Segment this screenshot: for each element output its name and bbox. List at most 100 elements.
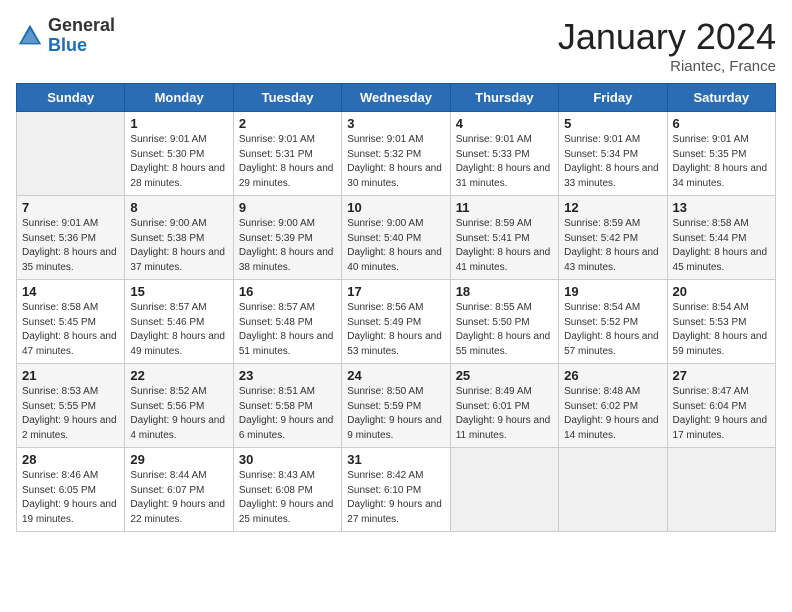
day-number: 19 bbox=[564, 284, 661, 299]
day-info: Sunrise: 9:01 AMSunset: 5:34 PMDaylight:… bbox=[564, 134, 659, 189]
day-number: 24 bbox=[347, 368, 444, 383]
calendar-cell: 10Sunrise: 9:00 AMSunset: 5:40 PMDayligh… bbox=[342, 196, 450, 280]
calendar-cell: 13 Sunrise: 8:58 AMSunset: 5:44 PMDayligh… bbox=[667, 196, 775, 280]
day-number: 1 bbox=[130, 116, 227, 131]
day-number: 26 bbox=[564, 368, 661, 383]
day-info: Sunrise: 8:48 AMSunset: 6:02 PMDaylight:… bbox=[564, 386, 659, 441]
calendar-cell: 27Sunrise: 8:47 AMSunset: 6:04 PMDayligh… bbox=[667, 364, 775, 448]
calendar-cell bbox=[559, 448, 667, 532]
day-number: 22 bbox=[130, 368, 227, 383]
calendar-cell: 9 Sunrise: 9:00 AMSunset: 5:39 PMDaylight… bbox=[233, 196, 341, 280]
calendar-cell: 21 Sunrise: 8:53 AMSunset: 5:55 PMDayligh… bbox=[17, 364, 125, 448]
day-info: Sunrise: 8:58 AMSunset: 5:44 PMDaylight:… bbox=[673, 218, 768, 273]
calendar-cell bbox=[17, 112, 125, 196]
day-info: Sunrise: 9:01 AMSunset: 5:30 PMDaylight:… bbox=[130, 134, 225, 189]
day-info: Sunrise: 8:42 AMSunset: 6:10 PMDaylight:… bbox=[347, 470, 442, 525]
calendar-week-row: 21 Sunrise: 8:53 AMSunset: 5:55 PMDayligh… bbox=[17, 364, 776, 448]
day-number: 12 bbox=[564, 200, 661, 215]
day-number: 16 bbox=[239, 284, 336, 299]
day-number: 6 bbox=[673, 116, 770, 131]
day-info: Sunrise: 8:59 AMSunset: 5:42 PMDaylight:… bbox=[564, 218, 659, 273]
calendar-cell: 11Sunrise: 8:59 AMSunset: 5:41 PMDayligh… bbox=[450, 196, 558, 280]
calendar-cell: 7 Sunrise: 9:01 AMSunset: 5:36 PMDaylight… bbox=[17, 196, 125, 280]
calendar-cell: 18 Sunrise: 8:55 AMSunset: 5:50 PMDayligh… bbox=[450, 280, 558, 364]
calendar-cell: 29Sunrise: 8:44 AMSunset: 6:07 PMDayligh… bbox=[125, 448, 233, 532]
calendar-week-row: 7 Sunrise: 9:01 AMSunset: 5:36 PMDaylight… bbox=[17, 196, 776, 280]
day-number: 18 bbox=[456, 284, 553, 299]
weekday-header: Thursday bbox=[450, 84, 558, 112]
day-info: Sunrise: 9:01 AMSunset: 5:36 PMDaylight:… bbox=[22, 218, 117, 273]
day-number: 30 bbox=[239, 452, 336, 467]
day-info: Sunrise: 9:01 AMSunset: 5:31 PMDaylight:… bbox=[239, 134, 334, 189]
day-info: Sunrise: 8:56 AMSunset: 5:49 PMDaylight:… bbox=[347, 302, 442, 357]
logo-icon bbox=[16, 22, 44, 50]
day-info: Sunrise: 8:44 AMSunset: 6:07 PMDaylight:… bbox=[130, 470, 225, 525]
calendar-cell: 16 Sunrise: 8:57 AMSunset: 5:48 PMDayligh… bbox=[233, 280, 341, 364]
day-info: Sunrise: 8:49 AMSunset: 6:01 PMDaylight:… bbox=[456, 386, 551, 441]
title-block: January 2024 Riantec, France bbox=[558, 16, 776, 75]
day-number: 7 bbox=[22, 200, 119, 215]
day-number: 17 bbox=[347, 284, 444, 299]
day-number: 15 bbox=[130, 284, 227, 299]
weekday-header: Saturday bbox=[667, 84, 775, 112]
day-info: Sunrise: 8:50 AMSunset: 5:59 PMDaylight:… bbox=[347, 386, 442, 441]
weekday-header: Monday bbox=[125, 84, 233, 112]
day-number: 20 bbox=[673, 284, 770, 299]
calendar-cell: 14 Sunrise: 8:58 AMSunset: 5:45 PMDayligh… bbox=[17, 280, 125, 364]
calendar-cell: 6Sunrise: 9:01 AMSunset: 5:35 PMDaylight… bbox=[667, 112, 775, 196]
calendar-cell: 30 Sunrise: 8:43 AMSunset: 6:08 PMDayligh… bbox=[233, 448, 341, 532]
calendar-cell: 3Sunrise: 9:01 AMSunset: 5:32 PMDaylight… bbox=[342, 112, 450, 196]
day-info: Sunrise: 8:47 AMSunset: 6:04 PMDaylight:… bbox=[673, 386, 768, 441]
calendar-cell: 23Sunrise: 8:51 AMSunset: 5:58 PMDayligh… bbox=[233, 364, 341, 448]
calendar-cell: 2Sunrise: 9:01 AMSunset: 5:31 PMDaylight… bbox=[233, 112, 341, 196]
day-number: 28 bbox=[22, 452, 119, 467]
day-info: Sunrise: 9:00 AMSunset: 5:38 PMDaylight:… bbox=[130, 218, 225, 273]
weekday-header: Tuesday bbox=[233, 84, 341, 112]
day-info: Sunrise: 8:55 AMSunset: 5:50 PMDaylight:… bbox=[456, 302, 551, 357]
day-info: Sunrise: 8:54 AMSunset: 5:53 PMDaylight:… bbox=[673, 302, 768, 357]
calendar-cell: 26 Sunrise: 8:48 AMSunset: 6:02 PMDayligh… bbox=[559, 364, 667, 448]
day-info: Sunrise: 8:57 AMSunset: 5:48 PMDaylight:… bbox=[239, 302, 334, 357]
weekday-header: Wednesday bbox=[342, 84, 450, 112]
day-number: 13 bbox=[673, 200, 770, 215]
day-number: 14 bbox=[22, 284, 119, 299]
calendar-cell: 15Sunrise: 8:57 AMSunset: 5:46 PMDayligh… bbox=[125, 280, 233, 364]
day-number: 8 bbox=[130, 200, 227, 215]
calendar-cell bbox=[450, 448, 558, 532]
day-info: Sunrise: 8:59 AMSunset: 5:41 PMDaylight:… bbox=[456, 218, 551, 273]
calendar-cell: 28 Sunrise: 8:46 AMSunset: 6:05 PMDayligh… bbox=[17, 448, 125, 532]
day-info: Sunrise: 9:00 AMSunset: 5:40 PMDaylight:… bbox=[347, 218, 442, 273]
logo-blue: Blue bbox=[48, 36, 115, 56]
day-info: Sunrise: 8:52 AMSunset: 5:56 PMDaylight:… bbox=[130, 386, 225, 441]
day-info: Sunrise: 9:01 AMSunset: 5:32 PMDaylight:… bbox=[347, 134, 442, 189]
day-number: 9 bbox=[239, 200, 336, 215]
day-number: 5 bbox=[564, 116, 661, 131]
day-info: Sunrise: 8:46 AMSunset: 6:05 PMDaylight:… bbox=[22, 470, 117, 525]
calendar-cell: 20 Sunrise: 8:54 AMSunset: 5:53 PMDayligh… bbox=[667, 280, 775, 364]
logo-general: General bbox=[48, 16, 115, 36]
day-number: 25 bbox=[456, 368, 553, 383]
day-info: Sunrise: 8:53 AMSunset: 5:55 PMDaylight:… bbox=[22, 386, 117, 441]
calendar-cell: 25 Sunrise: 8:49 AMSunset: 6:01 PMDayligh… bbox=[450, 364, 558, 448]
calendar-cell: 17 Sunrise: 8:56 AMSunset: 5:49 PMDayligh… bbox=[342, 280, 450, 364]
calendar-week-row: 28 Sunrise: 8:46 AMSunset: 6:05 PMDayligh… bbox=[17, 448, 776, 532]
calendar-cell bbox=[667, 448, 775, 532]
day-info: Sunrise: 8:43 AMSunset: 6:08 PMDaylight:… bbox=[239, 470, 334, 525]
day-info: Sunrise: 8:58 AMSunset: 5:45 PMDaylight:… bbox=[22, 302, 117, 357]
calendar-cell: 8 Sunrise: 9:00 AMSunset: 5:38 PMDaylight… bbox=[125, 196, 233, 280]
calendar-cell: 4Sunrise: 9:01 AMSunset: 5:33 PMDaylight… bbox=[450, 112, 558, 196]
day-info: Sunrise: 9:00 AMSunset: 5:39 PMDaylight:… bbox=[239, 218, 334, 273]
day-number: 23 bbox=[239, 368, 336, 383]
calendar-subtitle: Riantec, France bbox=[558, 58, 776, 75]
calendar-cell: 1 Sunrise: 9:01 AMSunset: 5:30 PMDaylight… bbox=[125, 112, 233, 196]
calendar-week-row: 14 Sunrise: 8:58 AMSunset: 5:45 PMDayligh… bbox=[17, 280, 776, 364]
logo-text: General Blue bbox=[48, 16, 115, 56]
logo: General Blue bbox=[16, 16, 115, 56]
calendar-cell: 5 Sunrise: 9:01 AMSunset: 5:34 PMDaylight… bbox=[559, 112, 667, 196]
calendar-cell: 24 Sunrise: 8:50 AMSunset: 5:59 PMDayligh… bbox=[342, 364, 450, 448]
page-header: General Blue January 2024 Riantec, Franc… bbox=[16, 16, 776, 75]
calendar-cell: 22 Sunrise: 8:52 AMSunset: 5:56 PMDayligh… bbox=[125, 364, 233, 448]
day-number: 21 bbox=[22, 368, 119, 383]
weekday-header: Sunday bbox=[17, 84, 125, 112]
day-info: Sunrise: 8:54 AMSunset: 5:52 PMDaylight:… bbox=[564, 302, 659, 357]
